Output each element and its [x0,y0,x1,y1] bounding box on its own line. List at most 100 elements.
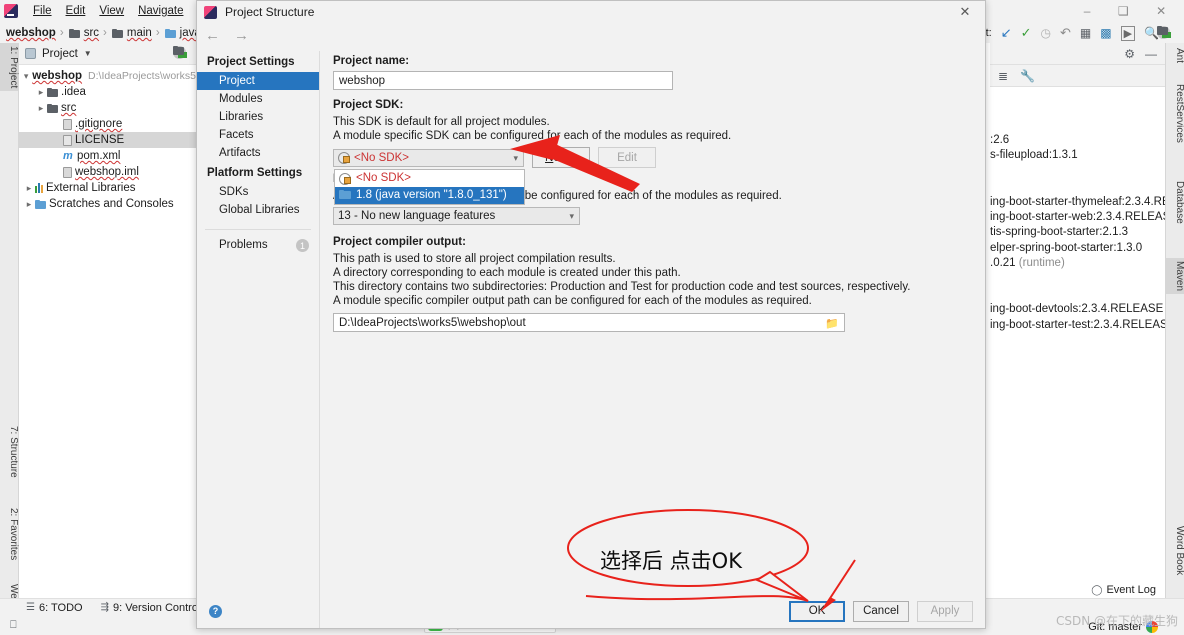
folder-browse-icon[interactable]: 📁 [825,317,839,330]
sidebar-item-global-libraries[interactable]: Global Libraries [197,201,319,219]
sidebar-tab-favorites[interactable]: 2: Favorites [0,505,19,563]
breadcrumb-item-webshop[interactable]: webshop [6,26,1170,39]
tree-row-external-libraries[interactable]: ▸ External Libraries [19,180,196,196]
compiler-output-desc-4: A module specific compiler output path c… [333,295,812,307]
sdk-option-java-18[interactable]: 1.8 (java version "1.8.0_131") [335,186,524,204]
sidebar-item-libraries[interactable]: Libraries [197,108,319,126]
search-everywhere-icon[interactable]: 🔍 [1144,26,1159,40]
chevron-down-icon[interactable]: ▾ [23,71,29,82]
forward-arrow-icon[interactable]: → [234,27,249,44]
maven-dependency-row[interactable]: tis-spring-boot-starter:2.1.3 [990,225,1165,240]
ok-button[interactable]: OK [789,600,845,622]
tree-row-webshopiml[interactable]: webshop.iml [19,164,196,180]
dialog-close-button[interactable]: ✕ [945,1,985,23]
tree-row-pomxml[interactable]: m pom.xml [19,148,196,164]
menu-edit[interactable]: Edit [59,3,93,19]
breadcrumb-label: webshop [6,27,56,39]
project-sdk-label: Project SDK: [333,99,404,111]
chevron-right-icon[interactable]: ▸ [35,103,47,114]
sidebar-item-project[interactable]: Project [197,72,319,90]
chevron-right-icon[interactable]: ▸ [23,199,35,210]
status-version-control[interactable]: ⇶ 9: Version Control [101,602,201,614]
rollback-icon[interactable]: ↶ [1060,25,1071,41]
chevron-down-icon[interactable]: ▾ [569,211,574,222]
sidebar-item-artifacts[interactable]: Artifacts [197,144,319,162]
new-sdk-button[interactable]: New... [532,147,590,168]
no-sdk-icon [338,152,350,164]
maven-dependency-row[interactable]: s-fileupload:1.3.1 [990,148,1165,163]
terminal-window-icon[interactable]: ⎕ [10,619,17,632]
maven-file-icon: m [63,150,73,162]
maven-settings-icon[interactable]: 🔧 [1020,69,1035,83]
sidebar-item-problems[interactable]: Problems 1 [197,236,319,254]
menu-navigate[interactable]: Navigate [131,3,190,19]
maven-dependency-row[interactable]: ing-boot-starter-test:2.3.4.RELEASE (tes… [990,318,1165,333]
maven-dependency-row[interactable]: ing-boot-starter-thymeleaf:2.3.4.RELEAS [990,195,1165,210]
status-todo[interactable]: ☰ 6: TODO [26,602,83,614]
expand-all-icon[interactable]: ≣ [998,69,1008,83]
commit-icon[interactable]: ✓ [1021,25,1032,41]
sidebar-item-label: Problems [219,239,268,251]
maven-dependency-row[interactable]: ing-boot-starter-web:2.3.4.RELEASE [990,210,1165,225]
menu-view[interactable]: View [92,3,131,19]
sidebar-tab-restservices[interactable]: RestServices [1166,81,1184,146]
sidebar-tab-structure[interactable]: 7: Structure [0,423,19,481]
update-project-icon[interactable]: ↙ [1001,25,1012,41]
maven-dependency-row[interactable]: elper-spring-boot-starter:1.3.0 [990,241,1165,256]
tree-row-license[interactable]: LICENSE [19,132,196,148]
language-level-combo[interactable]: 13 - No new language features ▾ [333,207,580,225]
project-sdk-combo[interactable]: <No SDK> ▾ <No SDK> 1.8 (java version "1… [333,148,525,205]
settings-gear-icon[interactable]: ⚙ [1124,47,1135,61]
tree-row-gitignore[interactable]: .gitignore [19,116,196,132]
tree-row-src[interactable]: ▸ src [19,100,196,116]
maven-dependency-row[interactable]: :2.6 [990,133,1165,148]
sidebar-item-sdks[interactable]: SDKs [197,183,319,201]
maximize-icon[interactable]: ❑ [1118,4,1129,18]
run-icon[interactable]: ▶ [1120,25,1136,41]
maven-dependency-label: ing-boot-starter-web:2.3.4.RELEASE [990,210,1165,223]
tree-row-idea[interactable]: ▸ .idea [19,84,196,100]
breadcrumb-item-src[interactable]: src [68,27,99,39]
folder-icon [68,28,80,38]
chevron-right-icon[interactable]: ▸ [35,87,47,98]
project-panel-header[interactable]: Project ▼ [19,43,196,65]
debug-icon[interactable]: ▩ [1100,26,1111,40]
sidebar-divider [205,229,311,230]
menu-file[interactable]: File [26,3,59,19]
status-event-log[interactable]: ◯ Event Log [1091,584,1156,596]
apply-button-label: Apply [930,605,960,617]
back-arrow-icon[interactable]: ← [205,27,220,44]
maven-dependency-row[interactable]: .0.21 (runtime) [990,256,1165,271]
compiler-output-input[interactable]: D:\IdeaProjects\works5\webshop\out 📁 [333,313,845,332]
run-configuration-icon[interactable]: ▦ [1080,26,1091,40]
sidebar-tab-database[interactable]: Database [1166,178,1184,227]
sidebar-tab-project[interactable]: 1: Project [0,43,19,92]
breadcrumb-item-main[interactable]: main [111,27,152,39]
tree-row-webshop[interactable]: ▾ webshop D:\IdeaProjects\works5 [19,46,196,84]
libraries-icon [35,183,43,193]
sidebar-group-platform-settings: Platform Settings [207,167,303,179]
chevron-down-icon[interactable]: ▾ [513,153,518,164]
dialog-main-panel: Project name: webshop Project SDK: This … [321,45,985,628]
history-icon[interactable]: ◷ [1041,26,1051,40]
folder-icon [111,28,123,38]
maven-dependency-row[interactable]: ing-boot-devtools:2.3.4.RELEASE (runtim [990,302,1165,317]
sdk-option-no-sdk[interactable]: <No SDK> [335,170,524,187]
sidebar-tab-ant[interactable]: Ant [1166,45,1184,66]
window-close-icon[interactable]: ✕ [1156,4,1166,18]
sidebar-item-facets[interactable]: Facets [197,126,319,144]
tree-item-label: webshop.iml [75,166,139,178]
sidebar-tab-maven[interactable]: Maven [1166,258,1184,295]
sidebar-item-modules[interactable]: Modules [197,90,319,108]
project-name-input[interactable]: webshop [333,71,673,90]
chevron-right-icon[interactable]: ▸ [23,183,35,194]
help-icon[interactable]: ? [209,604,222,618]
chevron-down-icon[interactable]: ▼ [84,49,92,58]
tree-row-scratches[interactable]: ▸ Scratches and Consoles [19,196,196,212]
maven-dependency-spacer [990,179,1165,194]
minimize-icon[interactable]: – [1084,4,1091,18]
sidebar-tab-wordbook[interactable]: Word Book [1166,523,1184,578]
collapse-icon[interactable]: — [1145,47,1157,61]
maven-dependency-label: :2.6 [990,134,1010,146]
cancel-button[interactable]: Cancel [853,600,909,622]
